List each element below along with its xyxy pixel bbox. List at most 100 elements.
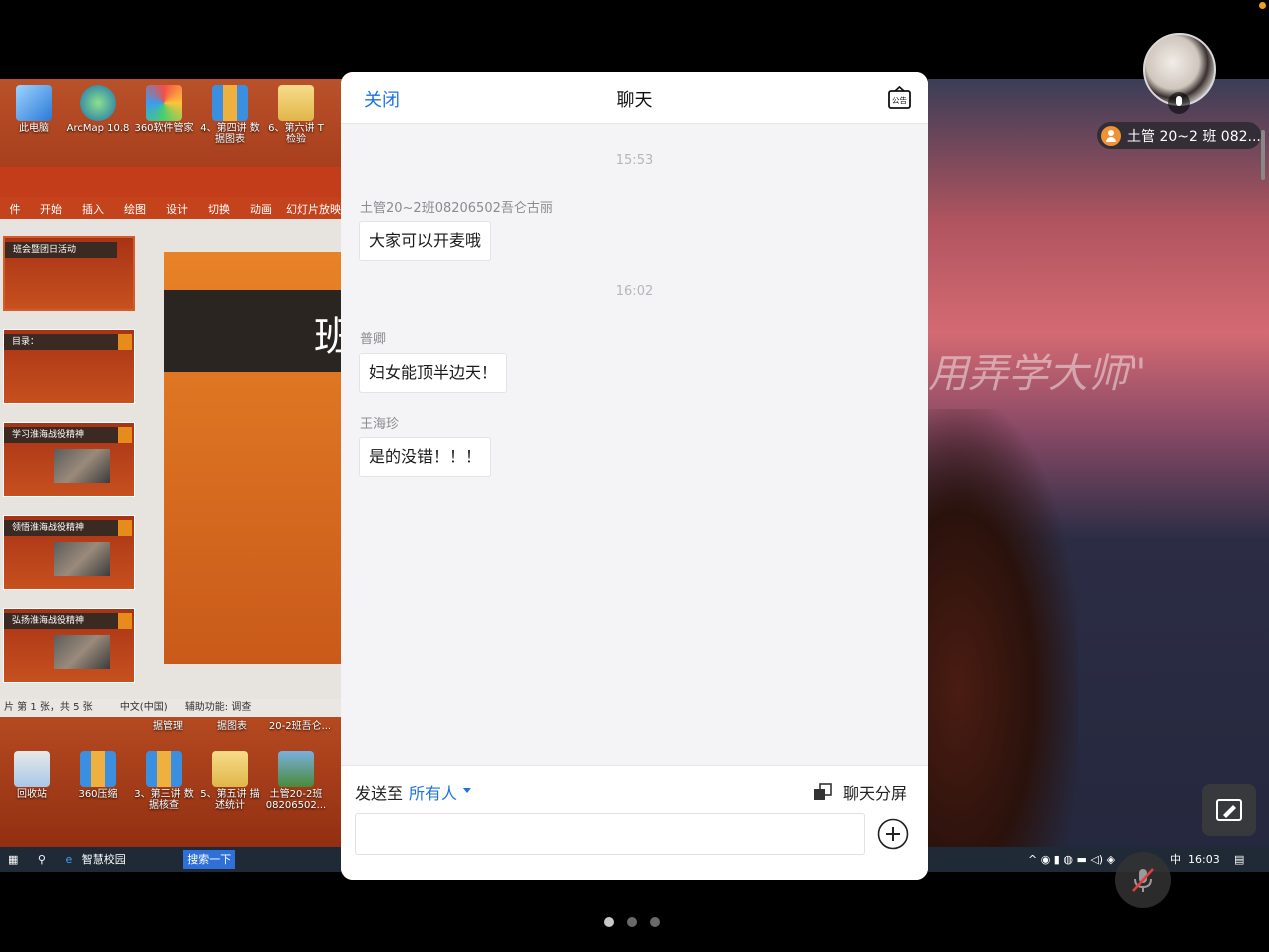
ribbon-tab: 设计 [166,203,188,216]
slide-thumb-accent [118,613,132,629]
message-list: 15:53 土管20~2班08206502吾仑古丽 大家可以开麦哦 16:02 … [341,125,928,765]
slide-thumbnail: 目录： [3,329,135,404]
computer-icon [16,85,52,121]
desktop-icon: 360软件管家 [132,85,196,134]
search-icon: ⚲ [37,853,46,866]
announcement-label: 公告 [892,95,907,105]
chat-composer: 发送至 所有人 聊天分屏 [341,765,928,880]
desktop-icon-label: 此电脑 [19,123,49,134]
globe-icon [80,85,116,121]
ribbon-tab: 绘图 [124,203,146,216]
slide-thumb-photo [54,542,110,576]
slide-thumbnail: 学习淮海战役精神 [3,422,135,497]
page-dot[interactable] [604,917,614,927]
desktop-icon-label: 20-2班吾仑... [268,721,332,732]
desktop-icon-label-partial: 据图表 [200,721,264,732]
desktop-icon-label: 360软件管家 [134,123,194,134]
desktop-icon: 5、第五讲 描述统计 [198,751,262,811]
taskbar-search-button: 搜索一下 [183,850,236,869]
desktop-icon-label: 6、第六讲 T检验 [268,123,324,145]
add-attachment-button[interactable] [877,818,909,850]
announcement-icon[interactable]: 公告 [887,85,912,110]
meeting-screen: 此电脑 ArcMap 10.8 360软件管家 4、第四讲 数据图表 6、第六讲… [0,0,1269,952]
status-language: 中文(中国) [119,702,168,713]
slide-thumb-title: 班会暨团日活动 [5,242,117,258]
desktop-bottom: 回收站 360压缩 3、第三讲 数据核查 5、第五讲 描述统计 土管20-2班0… [0,717,345,847]
ppt-body: 班会暨团日活动 目录： 学习淮海战役精神 领悟淮海战役精神 弘扬淮海战役精神 班 [0,219,345,699]
chevron-down-icon[interactable] [463,788,471,793]
desktop-icon-label: 360压缩 [78,789,118,800]
slide-thumb-photo [54,635,110,669]
chat-input[interactable] [355,813,865,855]
desktop-icon-label: 回收站 [17,789,47,800]
desktop-icon-label: 4、第四讲 数据图表 [200,123,260,145]
slide-thumb-accent [118,427,132,443]
tray-icons: ^ ◉ ▮ ◍ ▬ ◁) ◈ [1028,853,1116,866]
archive-icon [146,751,182,787]
slide-thumbnail: 班会暨团日活动 [3,236,135,311]
camera-hair [928,409,1078,872]
message-sender: 普卿 [360,332,387,347]
desktop-icon: 3、第三讲 数据核查 [132,751,196,811]
image-file-icon [278,751,314,787]
desktop-icon-label: 土管20-2班08206502... [265,789,327,811]
ppt-ribbon: 件 开始 插入 绘图 设计 切换 动画 幻灯片放映 [0,197,345,219]
recipient-selector[interactable]: 所有人 [409,780,457,804]
slide-thumbnail: 领悟淮海战役精神 [3,515,135,590]
page-dot[interactable] [627,917,637,927]
chat-panel: 关闭 聊天 公告 15:53 土管20~2班08206502吾仑古丽 大家可以开… [341,72,928,880]
desktop-icon: 6、第六讲 T检验 [264,85,328,145]
ribbon-tab: 幻灯片放映 [286,203,341,216]
message-sender: 土管20~2班08206502吾仑古丽 [360,201,553,216]
folder-icon [212,751,248,787]
windows-taskbar: ▦ ⚲ e 智慧校园 搜索一下 [0,847,345,872]
ribbon-tab: 插入 [82,203,104,216]
slide-thumbnail: 弘扬淮海战役精神 [3,608,135,683]
status-slide-count: 片 第 1 张，共 5 张 [4,702,93,713]
user-icon [1101,125,1121,146]
shared-screen: 此电脑 ArcMap 10.8 360软件管家 4、第四讲 数据图表 6、第六讲… [0,79,345,872]
desktop-icon-label: 5、第五讲 描述统计 [200,789,260,811]
message-timestamp: 15:53 [615,153,654,168]
send-to-label: 发送至 [355,784,404,803]
participant-name-pill[interactable]: 土管 20~2 班 082... [1097,122,1261,149]
app-store-icon [146,85,182,121]
annotate-button[interactable] [1202,784,1256,836]
split-screen-label: 聊天分屏 [843,784,908,803]
ppt-titlebar [0,167,345,197]
desktop-icon: 回收站 [0,751,64,800]
camera-background: 用弄学大师" [928,79,1269,872]
page-dot[interactable] [650,917,660,927]
desktop-icon-label-partial: 20-2班吾仑... [262,721,338,732]
desktop-icon: 4、第四讲 数据图表 [198,85,262,145]
page-indicator[interactable] [604,917,660,927]
scroll-indicator [1261,130,1265,180]
ribbon-tab: 件 [9,203,21,216]
status-accessibility: 辅助功能: 调查 [184,702,252,713]
split-screen-button[interactable]: 聊天分屏 [813,780,907,804]
participant-name: 土管 20~2 班 082... [1127,128,1261,145]
split-screen-icon [814,783,832,800]
archive-icon [80,751,116,787]
notification-icon: ▤ [1234,853,1245,866]
ribbon-tab: 开始 [40,203,62,216]
ribbon-tab: 切换 [208,203,230,216]
desktop-icon-label: 据图表 [217,721,247,732]
ribbon-tab: 动画 [250,203,272,216]
desktop-icon-label: 3、第三讲 数据核查 [134,789,194,811]
camera-overlay-text: 用弄学大师" [928,351,1147,397]
taskbar-search-text: 智慧校园 [81,853,126,866]
mute-button[interactable] [1115,852,1171,908]
ppt-status-bar: 片 第 1 张，共 5 张 中文(中国) 辅助功能: 调查 [0,699,345,717]
desktop-icon-label: 据管理 [153,721,183,732]
message-bubble: 妇女能顶半边天！ [359,353,508,393]
tray-ime: 中 [1170,853,1181,866]
desktop-icon: ArcMap 10.8 [66,85,130,134]
desktop-icon-label: ArcMap 10.8 [66,123,130,134]
chat-header: 关闭 聊天 公告 [341,72,928,124]
mic-icon [1168,92,1190,114]
slide-thumb-photo [54,449,110,483]
archive-icon [212,85,248,121]
message-bubble: 是的没错！！！ [359,437,492,477]
message-timestamp: 16:02 [615,284,654,299]
